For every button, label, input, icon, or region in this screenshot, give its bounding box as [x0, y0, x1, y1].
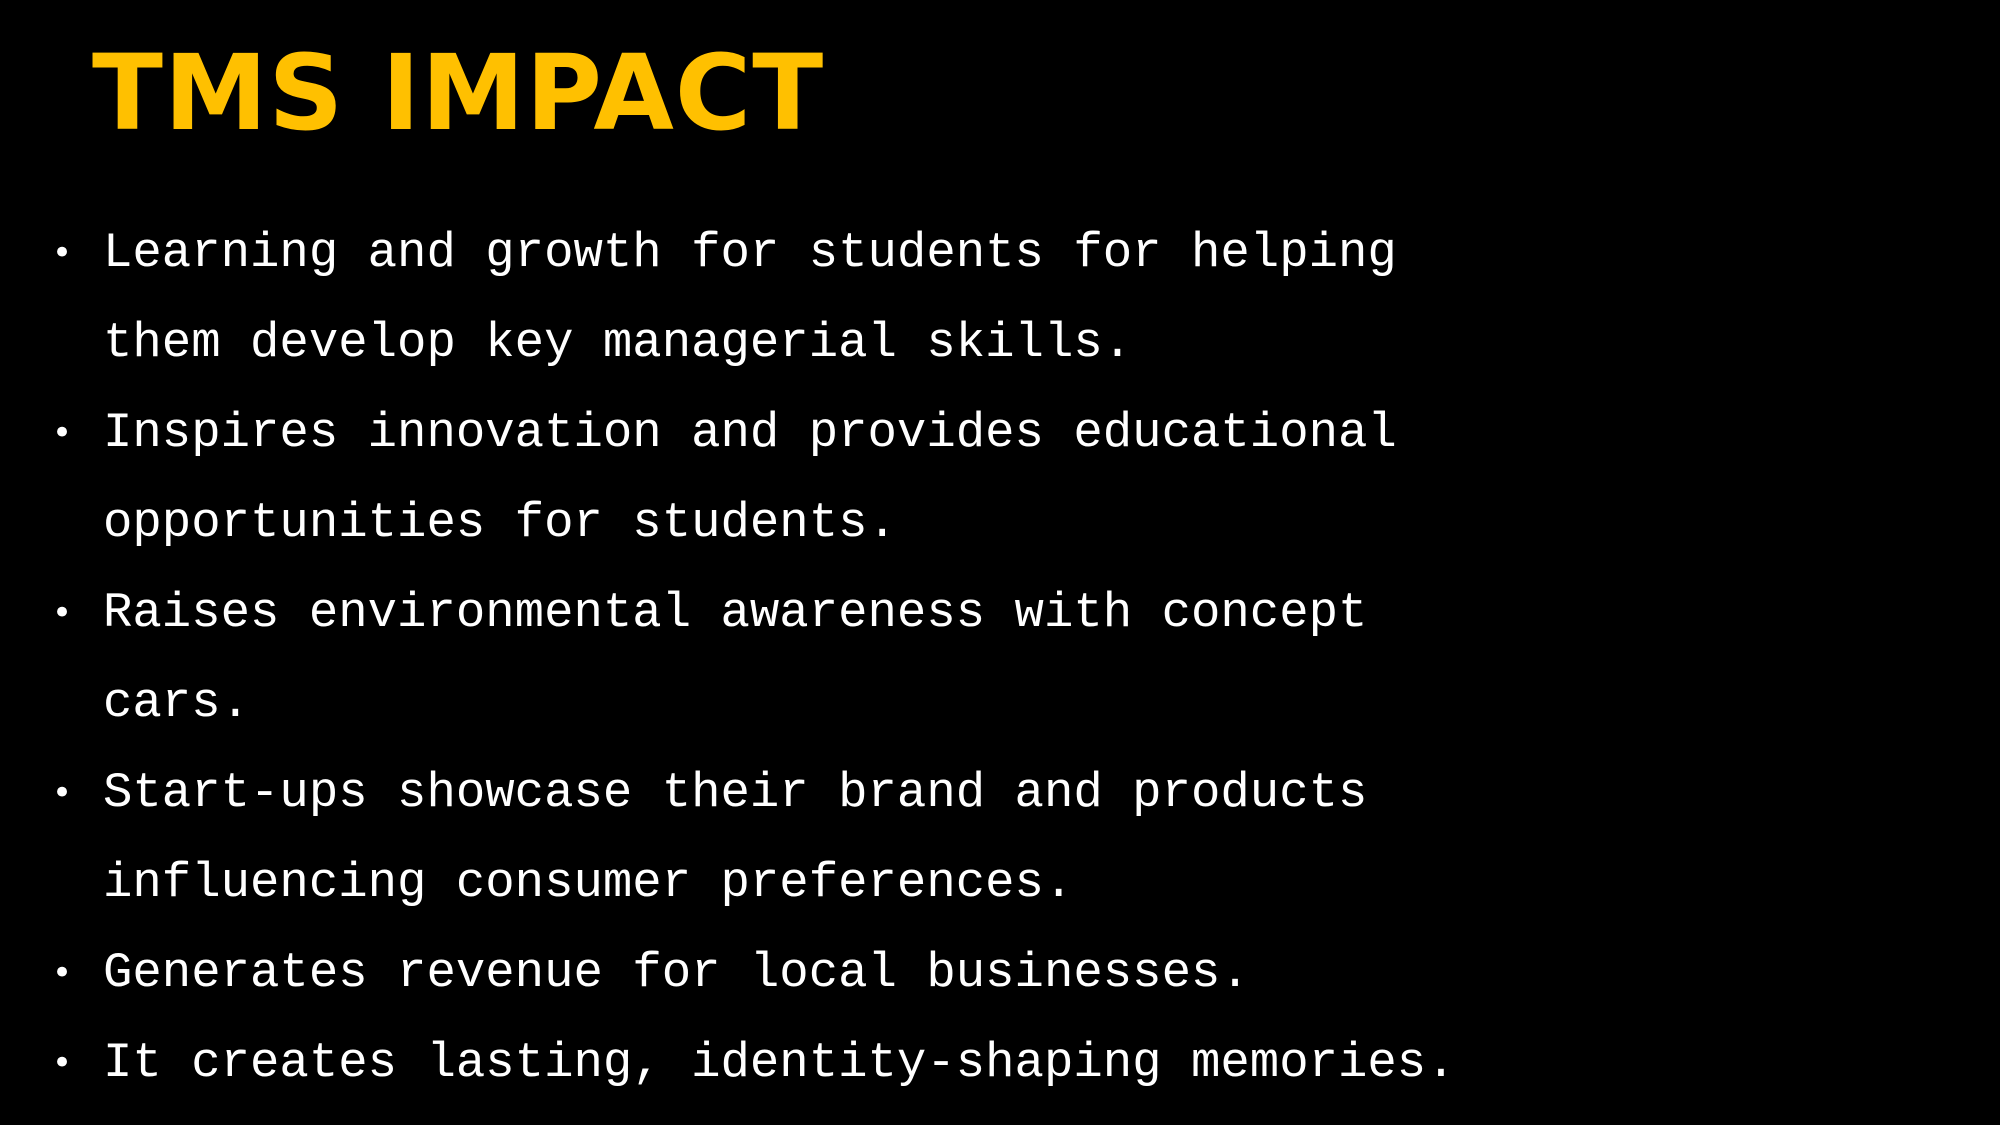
bullet-text-line: Inspires innovation and provides educati… [103, 405, 1397, 461]
bullet-item: • It creates lasting, identity-shaping m… [52, 1018, 1612, 1108]
bullet-text-line: cars. [103, 675, 251, 731]
bullet-dot-icon: • [52, 953, 73, 993]
bullet-text-line: It creates lasting, identity-shaping mem… [103, 1035, 1456, 1091]
bullet-text-line: Learning and growth for students for hel… [103, 225, 1397, 281]
bullet-text-line: them develop key managerial skills. [103, 315, 1133, 371]
bullet-text-line: opportunities for students. [103, 495, 897, 551]
bullet-dot-icon: • [52, 233, 73, 273]
bullet-text-line: influencing consumer preferences. [103, 855, 1074, 911]
bullet-dot-icon: • [52, 593, 73, 633]
bullet-text-line: Generates revenue for local businesses. [103, 945, 1250, 1001]
slide-title: TMS IMPACT [92, 32, 825, 154]
bullet-dot-icon: • [52, 1043, 73, 1083]
bullet-text-line: Raises environmental awareness with conc… [103, 585, 1368, 641]
bullet-item: • Raises environmental awareness with co… [52, 568, 1612, 748]
bullet-list: • Learning and growth for students for h… [52, 208, 1612, 1108]
bullet-item: • Learning and growth for students for h… [52, 208, 1612, 388]
bullet-text-line: Start-ups showcase their brand and produ… [103, 765, 1368, 821]
bullet-dot-icon: • [52, 413, 73, 453]
slide: TMS IMPACT • Learning and growth for stu… [0, 0, 2000, 1125]
bullet-item: • Start-ups showcase their brand and pro… [52, 748, 1612, 928]
bullet-item: • Generates revenue for local businesses… [52, 928, 1612, 1018]
bullet-dot-icon: • [52, 773, 73, 813]
bullet-item: • Inspires innovation and provides educa… [52, 388, 1612, 568]
